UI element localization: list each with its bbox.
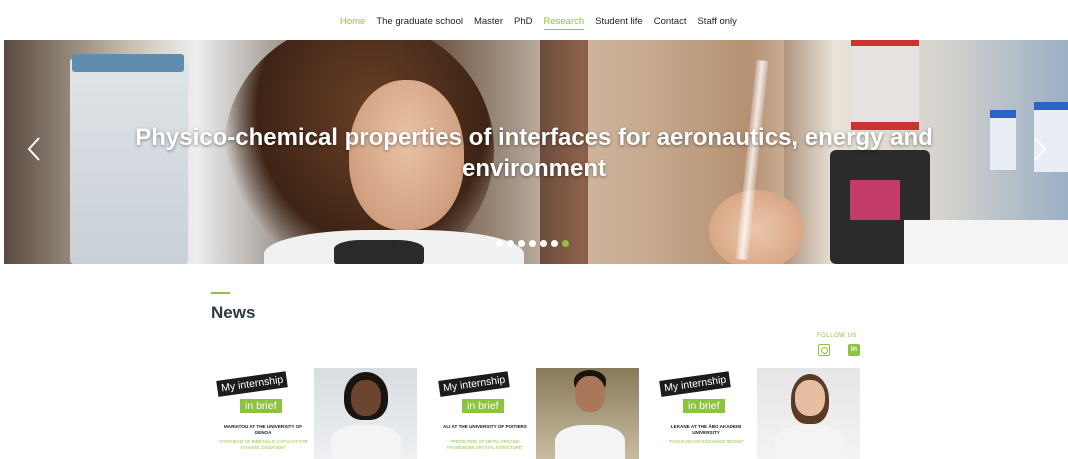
news-card-caption: MARIATOU AT THE UNIVERSITY OF GENOA xyxy=(223,424,303,435)
internship-badge: My internship xyxy=(659,371,732,397)
news-card[interactable]: My internship in brief ALI AT THE UNIVER… xyxy=(433,368,639,459)
news-card-caption: ALI AT THE UNIVERSITY OF POITIERS xyxy=(443,424,527,429)
hero-slider: Physico-chemical properties of interface… xyxy=(4,40,1068,264)
news-card-subcaption: "PREDICTION OF METAL-ORGANIC FRAMEWORK C… xyxy=(446,439,524,450)
news-card[interactable]: My internship in brief MARIATOU AT THE U… xyxy=(211,368,417,459)
hero-bg-bench xyxy=(904,220,1068,264)
news-card-subcaption: "FOCUS ON ION EXCHANGE RESINS" xyxy=(668,439,744,444)
nav-item-phd[interactable]: PhD xyxy=(514,16,532,30)
follow-us-label: FOLLOW US xyxy=(817,333,857,339)
nav-item-home[interactable]: Home xyxy=(340,16,365,30)
internship-badge: My internship xyxy=(438,371,511,397)
news-card-photo xyxy=(757,368,860,459)
hero-photo-hand xyxy=(709,190,804,264)
news-accent-bar xyxy=(211,292,230,294)
news-card-text: My internship in brief MARIATOU AT THE U… xyxy=(211,368,314,459)
internship-badge: My internship xyxy=(216,371,289,397)
chevron-right-icon xyxy=(1034,137,1047,161)
news-card-text: My internship in brief LEKANE AT THE ÅBO… xyxy=(654,368,757,459)
nav-item-research[interactable]: Research xyxy=(543,16,585,30)
nav-menu: Home The graduate school Master PhD Rese… xyxy=(340,16,748,30)
slide-dot[interactable] xyxy=(507,240,514,247)
photo-face xyxy=(351,380,381,416)
nav-item-contact[interactable]: Contact xyxy=(654,16,687,30)
in-brief-badge: in brief xyxy=(240,399,282,413)
news-card-photo xyxy=(536,368,639,459)
slide-dot[interactable] xyxy=(551,240,558,247)
hero-bg-machine-screen xyxy=(850,180,900,220)
nav-item-master[interactable]: Master xyxy=(474,16,503,30)
news-card-text: My internship in brief ALI AT THE UNIVER… xyxy=(433,368,536,459)
slide-dot-active[interactable] xyxy=(562,240,569,247)
prev-slide-button[interactable] xyxy=(24,136,44,168)
nav-item-staff-only[interactable]: Staff only xyxy=(697,16,736,30)
in-brief-badge: in brief xyxy=(462,399,504,413)
news-card[interactable]: My internship in brief LEKANE AT THE ÅBO… xyxy=(654,368,860,459)
photo-coat xyxy=(331,425,401,459)
slide-dot[interactable] xyxy=(518,240,525,247)
nav-item-student-life[interactable]: Student life xyxy=(595,16,643,30)
photo-coat xyxy=(555,425,625,459)
photo-face xyxy=(795,380,825,416)
slide-dot[interactable] xyxy=(529,240,536,247)
slide-indicators xyxy=(496,240,569,247)
nav-item-graduate-school[interactable]: The graduate school xyxy=(376,16,463,30)
slide-dot[interactable] xyxy=(540,240,547,247)
photo-face xyxy=(575,376,605,412)
photo-coat xyxy=(775,425,845,459)
chevron-left-icon xyxy=(27,137,40,161)
hero-title: Physico-chemical properties of interface… xyxy=(135,124,933,182)
slide-dot[interactable] xyxy=(496,240,503,247)
top-navigation: Home The graduate school Master PhD Rese… xyxy=(0,0,1068,42)
news-card-subcaption: "SYNTHESIS OF BIMETALLIC CATALYST FOR ET… xyxy=(218,439,308,450)
instagram-icon[interactable] xyxy=(818,344,830,356)
news-card-caption: LEKANE AT THE ÅBO AKADEMI UNIVERSITY xyxy=(670,424,742,435)
news-card-photo xyxy=(314,368,417,459)
news-heading: News xyxy=(211,303,256,322)
next-slide-button[interactable] xyxy=(1030,136,1050,168)
in-brief-badge: in brief xyxy=(683,399,725,413)
hero-bg-cabinet xyxy=(851,40,919,130)
linkedin-icon[interactable]: in xyxy=(848,344,860,356)
hero-photo-collar xyxy=(334,240,424,264)
hero-bg-container-cap xyxy=(72,54,184,72)
